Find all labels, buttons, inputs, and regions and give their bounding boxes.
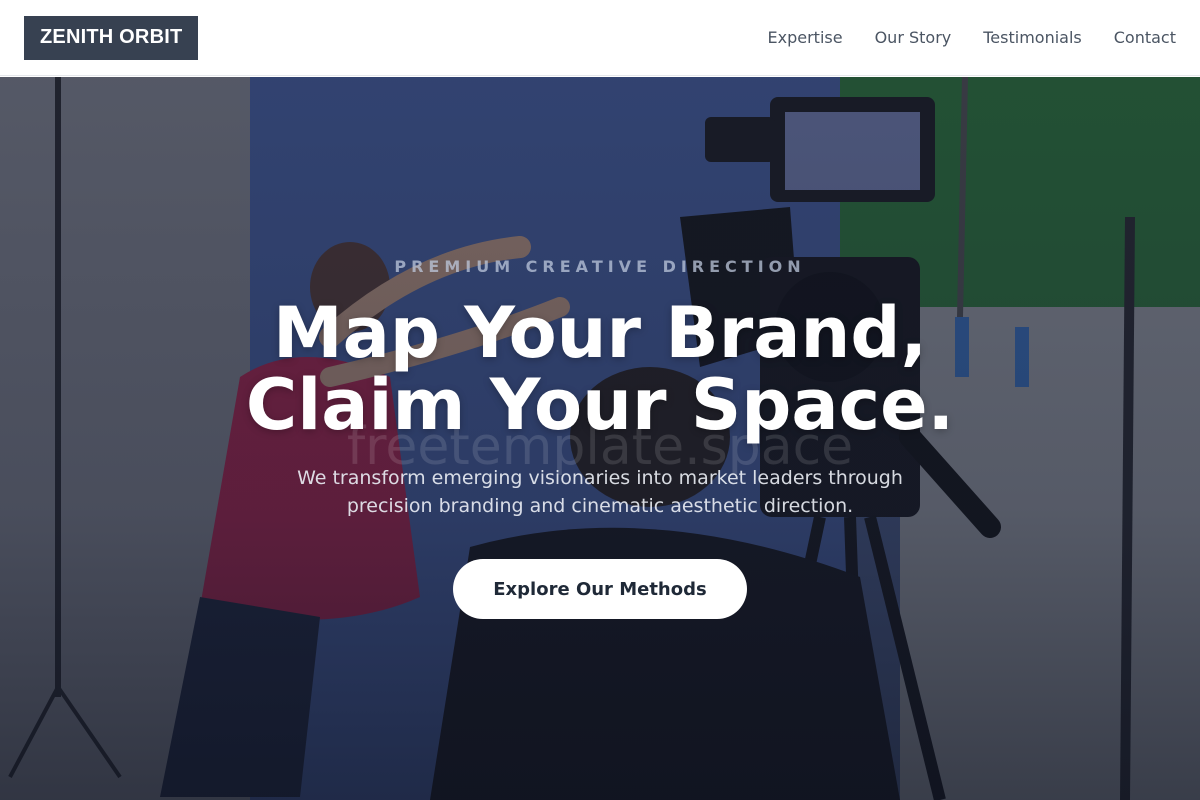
nav-link-expertise[interactable]: Expertise [768,28,843,47]
logo[interactable]: ZENITH ORBIT [24,15,199,60]
nav-link-our-story[interactable]: Our Story [875,28,952,47]
hero-subtext: We transform emerging visionaries into m… [297,467,903,517]
hero-content: PREMIUM CREATIVE DIRECTION Map Your Bran… [0,77,1200,800]
main-nav: Expertise Our Story Testimonials Contact [768,28,1176,47]
hero-eyebrow: PREMIUM CREATIVE DIRECTION [394,257,806,276]
site-header: ZENITH ORBIT Expertise Our Story Testimo… [0,0,1200,76]
explore-methods-button[interactable]: Explore Our Methods [453,559,747,619]
hero-headline-line1: Map Your Brand, [272,292,928,374]
hero-section: PREMIUM CREATIVE DIRECTION Map Your Bran… [0,77,1200,800]
nav-link-contact[interactable]: Contact [1114,28,1176,47]
nav-link-testimonials[interactable]: Testimonials [983,28,1082,47]
